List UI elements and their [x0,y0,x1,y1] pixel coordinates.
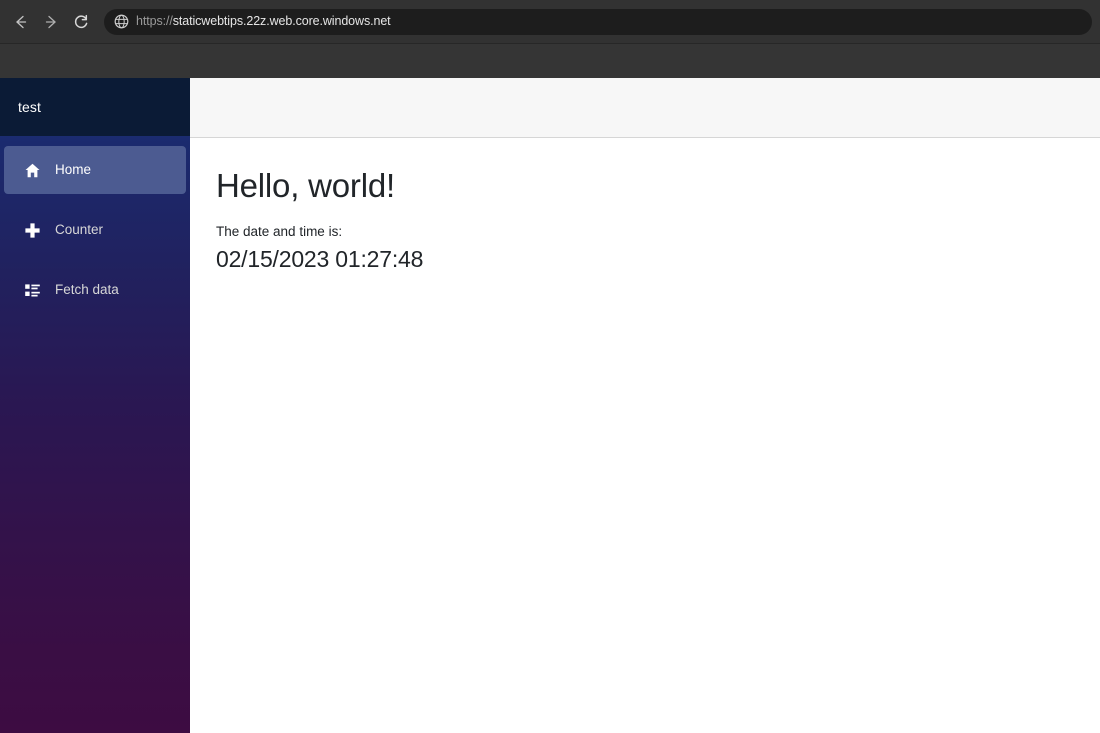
main-area: Hello, world! The date and time is: 02/1… [190,78,1100,733]
sidebar-item-fetch-data[interactable]: Fetch data [4,266,186,314]
back-arrow-icon [12,13,30,31]
app-brand: test [18,99,41,115]
sidebar: test Home Counter Fetch data [0,78,190,733]
web-page: test Home Counter Fetch data Hello, worl… [0,78,1100,733]
sidebar-nav: Home Counter Fetch data [0,136,190,314]
page-title: Hello, world! [216,167,395,204]
content-area: Hello, world! The date and time is: 02/1… [190,138,1100,733]
sidebar-item-home[interactable]: Home [4,146,186,194]
address-bar[interactable]: https://staticwebtips.22z.web.core.windo… [104,8,1092,35]
sidebar-header: test [0,78,190,136]
top-row [190,78,1100,138]
date-value: 02/15/2023 01:27:48 [216,246,424,273]
sidebar-item-counter[interactable]: Counter [4,206,186,254]
url-scheme: https:// [136,14,173,29]
list-icon [24,282,41,299]
forward-button[interactable] [36,7,66,37]
browser-chrome: https://staticwebtips.22z.web.core.windo… [0,0,1100,78]
url-text: https://staticwebtips.22z.web.core.windo… [136,15,391,28]
reload-button[interactable] [66,7,96,37]
date-label: The date and time is: [216,224,343,240]
browser-window: https://staticwebtips.22z.web.core.windo… [0,0,1100,733]
url-host: staticwebtips.22z.web.core.windows.net [172,14,391,29]
back-button[interactable] [6,7,36,37]
sidebar-item-label: Home [55,162,92,178]
sidebar-item-label: Counter [55,222,104,238]
forward-arrow-icon [42,13,60,31]
browser-bookmarks-bar [0,43,1100,78]
reload-icon [72,13,90,31]
browser-toolbar: https://staticwebtips.22z.web.core.windo… [0,0,1100,43]
home-icon [24,162,41,179]
globe-icon [114,14,129,29]
plus-icon [24,222,41,239]
sidebar-item-label: Fetch data [55,282,119,298]
